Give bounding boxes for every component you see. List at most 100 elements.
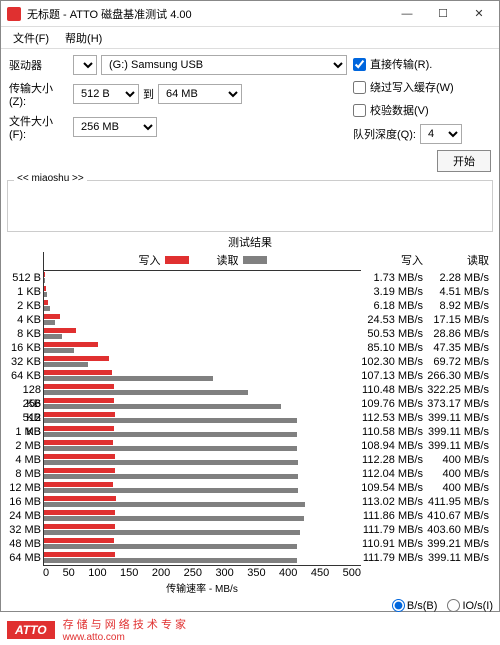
read-bar (44, 404, 281, 409)
col-write-header: 写入 (361, 252, 427, 271)
write-bar (44, 370, 112, 375)
x-tick: 400 (279, 567, 297, 579)
write-value: 85.10 MB/s (361, 341, 423, 355)
read-value: 400 MB/s (427, 467, 489, 481)
close-button[interactable]: ✕ (461, 1, 497, 27)
write-value: 111.86 MB/s (361, 509, 423, 523)
x-tick: 150 (120, 567, 138, 579)
x-tick: 200 (152, 567, 170, 579)
start-button[interactable]: 开始 (437, 150, 491, 172)
write-bar (44, 314, 60, 319)
write-bar (44, 384, 114, 389)
read-value: 2.28 MB/s (427, 271, 489, 285)
transfer-size-label: 传输大小(Z): (9, 80, 69, 108)
direct-transfer-label: 直接传输(R). (370, 56, 432, 72)
description-box[interactable]: << miaoshu >> (7, 180, 493, 232)
file-size-select[interactable]: 256 MB (73, 117, 157, 137)
write-value: 24.53 MB/s (361, 313, 423, 327)
x-tick: 250 (184, 567, 202, 579)
drive-select-2[interactable]: (G:) Samsung USB (101, 55, 347, 75)
drive-select-1[interactable]: ... (73, 55, 97, 75)
x-tick: 300 (215, 567, 233, 579)
read-value: 403.60 MB/s (427, 523, 489, 537)
units-bs-label: B/s(B) (407, 600, 438, 612)
read-bar (44, 502, 305, 507)
y-label: 256 KB (7, 397, 41, 411)
bypass-cache-label: 绕过写入缓存(W) (370, 79, 454, 95)
y-label: 12 MB (7, 481, 41, 495)
maximize-button[interactable]: ☐ (425, 1, 461, 27)
read-bar (44, 306, 50, 311)
read-bar (44, 390, 248, 395)
write-value: 112.04 MB/s (361, 467, 423, 481)
read-value: 399.11 MB/s (427, 551, 489, 565)
units-ios-radio[interactable] (447, 599, 460, 612)
write-bar (44, 412, 115, 417)
y-label: 8 MB (7, 467, 41, 481)
write-bar (44, 538, 114, 543)
write-value: 112.28 MB/s (361, 453, 423, 467)
description-label: << miaoshu >> (14, 173, 87, 184)
write-value: 107.13 MB/s (361, 369, 423, 383)
verify-data-label: 校验数据(V) (370, 102, 429, 118)
write-value: 111.79 MB/s (361, 523, 423, 537)
write-value: 108.94 MB/s (361, 439, 423, 453)
y-label: 16 KB (7, 341, 41, 355)
direct-transfer-checkbox[interactable] (353, 58, 366, 71)
read-value: 69.72 MB/s (427, 355, 489, 369)
write-bar (44, 440, 113, 445)
drive-label: 驱动器 (9, 57, 69, 73)
read-bar (44, 544, 297, 549)
read-value: 373.17 MB/s (427, 397, 489, 411)
menu-file[interactable]: 文件(F) (5, 28, 57, 48)
write-value: 113.02 MB/s (361, 495, 423, 509)
atto-logo: ATTO (7, 621, 55, 639)
write-value: 3.19 MB/s (361, 285, 423, 299)
minimize-button[interactable]: — (389, 1, 425, 27)
transfer-size-to[interactable]: 64 MB (158, 84, 242, 104)
y-label: 512 B (7, 271, 41, 285)
read-value: 411.95 MB/s (427, 495, 489, 509)
queue-depth-label: 队列深度(Q): (353, 126, 416, 142)
legend-write-label: 写入 (139, 252, 161, 268)
write-value: 112.53 MB/s (361, 411, 423, 425)
write-value: 110.58 MB/s (361, 425, 423, 439)
verify-data-checkbox[interactable] (353, 104, 366, 117)
write-bar (44, 468, 115, 473)
y-label: 16 MB (7, 495, 41, 509)
read-value: 400 MB/s (427, 453, 489, 467)
read-value: 47.35 MB/s (427, 341, 489, 355)
write-bar (44, 454, 115, 459)
file-size-label: 文件大小(F): (9, 113, 69, 141)
x-tick: 450 (311, 567, 329, 579)
y-label: 512 KB (7, 411, 41, 425)
queue-depth-select[interactable]: 4 (420, 124, 462, 144)
read-bar (44, 376, 213, 381)
read-value: 322.25 MB/s (427, 383, 489, 397)
read-bar (44, 432, 297, 437)
x-tick: 500 (343, 567, 361, 579)
write-bar (44, 300, 48, 305)
bypass-cache-checkbox[interactable] (353, 81, 366, 94)
y-label: 128 KB (7, 383, 41, 397)
y-label: 64 MB (7, 551, 41, 565)
y-label: 1 KB (7, 285, 41, 299)
units-bs-radio[interactable] (392, 599, 405, 612)
write-value: 110.48 MB/s (361, 383, 423, 397)
read-bar (44, 418, 297, 423)
y-label: 48 MB (7, 537, 41, 551)
read-bar (44, 516, 304, 521)
write-value: 109.76 MB/s (361, 397, 423, 411)
y-label: 4 KB (7, 313, 41, 327)
read-bar (44, 320, 55, 325)
write-value: 111.79 MB/s (361, 551, 423, 565)
window-title: 无标题 - ATTO 磁盘基准测试 4.00 (27, 6, 389, 22)
read-value: 399.11 MB/s (427, 425, 489, 439)
read-value: 399.11 MB/s (427, 411, 489, 425)
units-ios-label: IO/s(I) (462, 600, 493, 612)
y-label: 2 MB (7, 439, 41, 453)
legend-read-label: 读取 (217, 252, 239, 268)
x-tick: 0 (43, 567, 49, 579)
transfer-size-from[interactable]: 512 B (73, 84, 139, 104)
menu-help[interactable]: 帮助(H) (57, 28, 110, 48)
